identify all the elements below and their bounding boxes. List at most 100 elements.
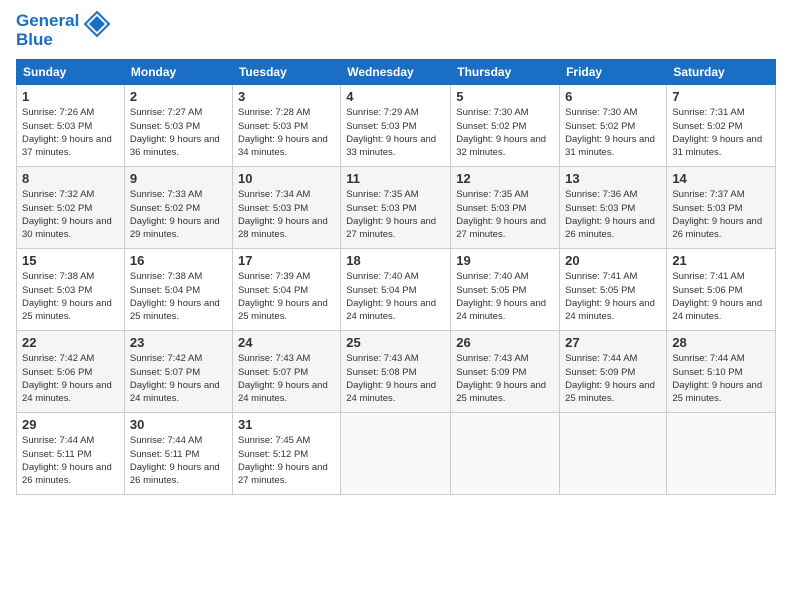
day-header-wednesday: Wednesday: [341, 60, 451, 85]
calendar-cell: 3 Sunrise: 7:28 AM Sunset: 5:03 PM Dayli…: [232, 85, 340, 167]
day-info: Sunrise: 7:38 AM Sunset: 5:04 PM Dayligh…: [130, 270, 227, 323]
day-number: 29: [22, 417, 119, 432]
day-info: Sunrise: 7:43 AM Sunset: 5:09 PM Dayligh…: [456, 352, 554, 405]
calendar-week-1: 1 Sunrise: 7:26 AM Sunset: 5:03 PM Dayli…: [17, 85, 776, 167]
calendar-cell: 28 Sunrise: 7:44 AM Sunset: 5:10 PM Dayl…: [667, 331, 776, 413]
day-info: Sunrise: 7:30 AM Sunset: 5:02 PM Dayligh…: [565, 106, 661, 159]
day-info: Sunrise: 7:38 AM Sunset: 5:03 PM Dayligh…: [22, 270, 119, 323]
day-number: 27: [565, 335, 661, 350]
calendar-cell: 19 Sunrise: 7:40 AM Sunset: 5:05 PM Dayl…: [451, 249, 560, 331]
day-number: 24: [238, 335, 335, 350]
day-header-thursday: Thursday: [451, 60, 560, 85]
day-number: 4: [346, 89, 445, 104]
day-info: Sunrise: 7:29 AM Sunset: 5:03 PM Dayligh…: [346, 106, 445, 159]
day-info: Sunrise: 7:44 AM Sunset: 5:09 PM Dayligh…: [565, 352, 661, 405]
day-number: 5: [456, 89, 554, 104]
day-number: 18: [346, 253, 445, 268]
logo-text: General: [16, 12, 79, 31]
calendar-cell: 30 Sunrise: 7:44 AM Sunset: 5:11 PM Dayl…: [124, 413, 232, 495]
day-info: Sunrise: 7:35 AM Sunset: 5:03 PM Dayligh…: [346, 188, 445, 241]
day-header-saturday: Saturday: [667, 60, 776, 85]
day-header-sunday: Sunday: [17, 60, 125, 85]
calendar-cell: 9 Sunrise: 7:33 AM Sunset: 5:02 PM Dayli…: [124, 167, 232, 249]
calendar-cell: 12 Sunrise: 7:35 AM Sunset: 5:03 PM Dayl…: [451, 167, 560, 249]
calendar-cell: 5 Sunrise: 7:30 AM Sunset: 5:02 PM Dayli…: [451, 85, 560, 167]
calendar-cell: 20 Sunrise: 7:41 AM Sunset: 5:05 PM Dayl…: [560, 249, 667, 331]
day-info: Sunrise: 7:44 AM Sunset: 5:11 PM Dayligh…: [130, 434, 227, 487]
day-header-monday: Monday: [124, 60, 232, 85]
day-number: 25: [346, 335, 445, 350]
calendar-cell: 18 Sunrise: 7:40 AM Sunset: 5:04 PM Dayl…: [341, 249, 451, 331]
calendar-cell: 25 Sunrise: 7:43 AM Sunset: 5:08 PM Dayl…: [341, 331, 451, 413]
calendar-cell: 4 Sunrise: 7:29 AM Sunset: 5:03 PM Dayli…: [341, 85, 451, 167]
day-number: 26: [456, 335, 554, 350]
calendar-cell: 29 Sunrise: 7:44 AM Sunset: 5:11 PM Dayl…: [17, 413, 125, 495]
calendar-cell: 16 Sunrise: 7:38 AM Sunset: 5:04 PM Dayl…: [124, 249, 232, 331]
day-info: Sunrise: 7:40 AM Sunset: 5:04 PM Dayligh…: [346, 270, 445, 323]
day-number: 9: [130, 171, 227, 186]
day-number: 17: [238, 253, 335, 268]
day-info: Sunrise: 7:36 AM Sunset: 5:03 PM Dayligh…: [565, 188, 661, 241]
calendar-cell: 1 Sunrise: 7:26 AM Sunset: 5:03 PM Dayli…: [17, 85, 125, 167]
day-header-friday: Friday: [560, 60, 667, 85]
calendar-cell: 24 Sunrise: 7:43 AM Sunset: 5:07 PM Dayl…: [232, 331, 340, 413]
day-header-tuesday: Tuesday: [232, 60, 340, 85]
day-number: 3: [238, 89, 335, 104]
calendar-table: SundayMondayTuesdayWednesdayThursdayFrid…: [16, 59, 776, 495]
day-number: 2: [130, 89, 227, 104]
day-number: 22: [22, 335, 119, 350]
day-number: 8: [22, 171, 119, 186]
day-info: Sunrise: 7:42 AM Sunset: 5:06 PM Dayligh…: [22, 352, 119, 405]
calendar-cell: 8 Sunrise: 7:32 AM Sunset: 5:02 PM Dayli…: [17, 167, 125, 249]
day-number: 14: [672, 171, 770, 186]
day-number: 10: [238, 171, 335, 186]
day-info: Sunrise: 7:43 AM Sunset: 5:07 PM Dayligh…: [238, 352, 335, 405]
day-info: Sunrise: 7:34 AM Sunset: 5:03 PM Dayligh…: [238, 188, 335, 241]
calendar-cell: 2 Sunrise: 7:27 AM Sunset: 5:03 PM Dayli…: [124, 85, 232, 167]
day-info: Sunrise: 7:44 AM Sunset: 5:11 PM Dayligh…: [22, 434, 119, 487]
calendar-cell: 15 Sunrise: 7:38 AM Sunset: 5:03 PM Dayl…: [17, 249, 125, 331]
day-info: Sunrise: 7:45 AM Sunset: 5:12 PM Dayligh…: [238, 434, 335, 487]
calendar-cell: [341, 413, 451, 495]
day-number: 6: [565, 89, 661, 104]
day-info: Sunrise: 7:33 AM Sunset: 5:02 PM Dayligh…: [130, 188, 227, 241]
logo-icon: [83, 10, 111, 43]
day-number: 7: [672, 89, 770, 104]
calendar-cell: 27 Sunrise: 7:44 AM Sunset: 5:09 PM Dayl…: [560, 331, 667, 413]
day-info: Sunrise: 7:32 AM Sunset: 5:02 PM Dayligh…: [22, 188, 119, 241]
day-info: Sunrise: 7:30 AM Sunset: 5:02 PM Dayligh…: [456, 106, 554, 159]
calendar-cell: 11 Sunrise: 7:35 AM Sunset: 5:03 PM Dayl…: [341, 167, 451, 249]
calendar-cell: 14 Sunrise: 7:37 AM Sunset: 5:03 PM Dayl…: [667, 167, 776, 249]
day-info: Sunrise: 7:42 AM Sunset: 5:07 PM Dayligh…: [130, 352, 227, 405]
day-number: 21: [672, 253, 770, 268]
calendar-cell: [667, 413, 776, 495]
calendar-week-4: 22 Sunrise: 7:42 AM Sunset: 5:06 PM Dayl…: [17, 331, 776, 413]
calendar-cell: 13 Sunrise: 7:36 AM Sunset: 5:03 PM Dayl…: [560, 167, 667, 249]
day-info: Sunrise: 7:27 AM Sunset: 5:03 PM Dayligh…: [130, 106, 227, 159]
calendar-week-3: 15 Sunrise: 7:38 AM Sunset: 5:03 PM Dayl…: [17, 249, 776, 331]
logo: General Blue: [16, 12, 111, 49]
calendar-cell: 10 Sunrise: 7:34 AM Sunset: 5:03 PM Dayl…: [232, 167, 340, 249]
day-number: 1: [22, 89, 119, 104]
day-info: Sunrise: 7:41 AM Sunset: 5:06 PM Dayligh…: [672, 270, 770, 323]
calendar-cell: 6 Sunrise: 7:30 AM Sunset: 5:02 PM Dayli…: [560, 85, 667, 167]
day-number: 30: [130, 417, 227, 432]
day-info: Sunrise: 7:35 AM Sunset: 5:03 PM Dayligh…: [456, 188, 554, 241]
calendar-cell: 22 Sunrise: 7:42 AM Sunset: 5:06 PM Dayl…: [17, 331, 125, 413]
calendar-cell: [451, 413, 560, 495]
page-container: General Blue: [0, 0, 792, 503]
day-info: Sunrise: 7:37 AM Sunset: 5:03 PM Dayligh…: [672, 188, 770, 241]
header: General Blue: [16, 12, 776, 49]
day-number: 20: [565, 253, 661, 268]
calendar-cell: 17 Sunrise: 7:39 AM Sunset: 5:04 PM Dayl…: [232, 249, 340, 331]
day-number: 13: [565, 171, 661, 186]
day-info: Sunrise: 7:26 AM Sunset: 5:03 PM Dayligh…: [22, 106, 119, 159]
calendar-cell: 21 Sunrise: 7:41 AM Sunset: 5:06 PM Dayl…: [667, 249, 776, 331]
calendar-cell: 26 Sunrise: 7:43 AM Sunset: 5:09 PM Dayl…: [451, 331, 560, 413]
day-info: Sunrise: 7:40 AM Sunset: 5:05 PM Dayligh…: [456, 270, 554, 323]
day-number: 19: [456, 253, 554, 268]
day-number: 23: [130, 335, 227, 350]
day-number: 11: [346, 171, 445, 186]
day-number: 31: [238, 417, 335, 432]
calendar-cell: 31 Sunrise: 7:45 AM Sunset: 5:12 PM Dayl…: [232, 413, 340, 495]
